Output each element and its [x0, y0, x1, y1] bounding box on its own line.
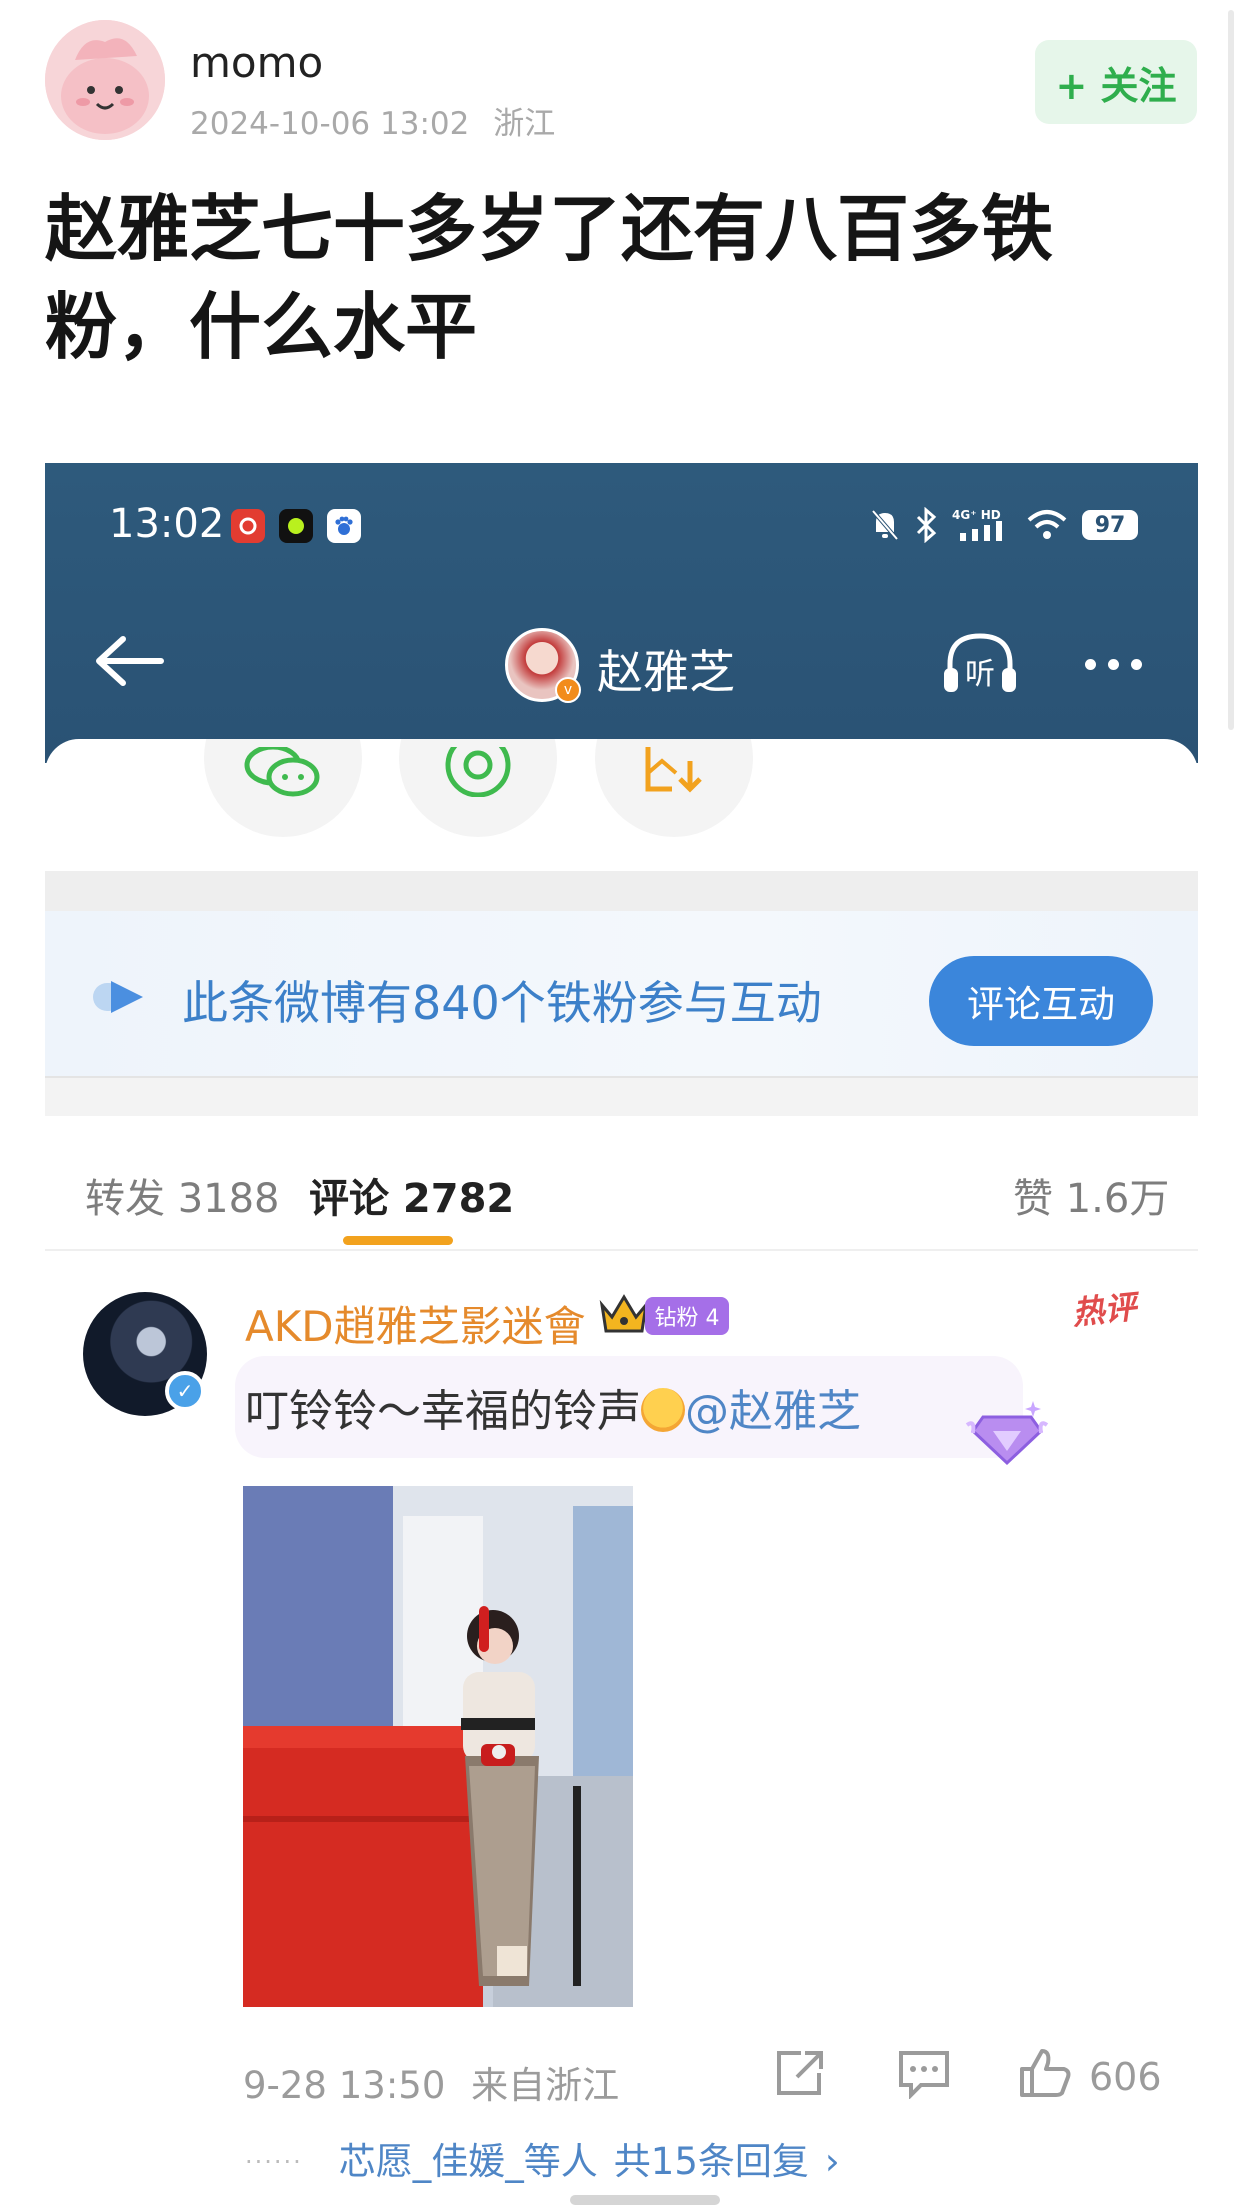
- baidu-icon: [327, 509, 361, 543]
- post-location: 浙江: [493, 106, 556, 142]
- post-header: momo 2024-10-06 13:02 浙江 + 关注: [45, 20, 1197, 150]
- like-count: 606: [1089, 2055, 1162, 2099]
- tab-repost[interactable]: 转发 3188: [85, 1166, 280, 1224]
- like-icon[interactable]: [1018, 2047, 1072, 2099]
- hot-comment-badge: 热评: [1070, 1287, 1139, 1333]
- commenter-name[interactable]: AKD趙雅芝影迷會: [245, 1293, 586, 1354]
- chevron-right-icon: ›: [824, 2140, 840, 2183]
- comment-body: 叮铃铃～幸福的铃声: [245, 1386, 641, 1437]
- cartoon-avatar-icon: [45, 20, 165, 140]
- comment-icon[interactable]: [897, 2047, 951, 2099]
- comment-source: 来自浙江: [471, 2064, 620, 2107]
- status-time: 13:02: [109, 501, 225, 547]
- tab-likes[interactable]: 赞 1.6万: [1013, 1166, 1169, 1224]
- comment-text: 叮铃铃～幸福的铃声 @赵雅芝: [245, 1375, 861, 1439]
- comment-photo[interactable]: [243, 1486, 633, 2007]
- wechat-icon: [244, 747, 320, 797]
- replies-link[interactable]: ······ 芯愿_佳媛_等人 共15条回复 ›: [245, 2131, 840, 2185]
- nav-name[interactable]: 赵雅芝: [597, 636, 735, 702]
- comment-date: 9-28 13:50: [243, 2064, 446, 2107]
- save-image-share[interactable]: [595, 739, 753, 837]
- post-meta: 2024-10-06 13:02 浙江: [190, 98, 555, 143]
- comment-mention[interactable]: @赵雅芝: [685, 1386, 861, 1437]
- mute-bell-icon: [871, 509, 899, 541]
- active-tab-indicator: [343, 1236, 453, 1245]
- status-icons: 4G⁺ HD 97: [870, 505, 1138, 545]
- reply-users: 芯愿_佳媛_等人: [338, 2140, 598, 2183]
- bluetooth-icon: [916, 507, 937, 543]
- netease-music-icon: [231, 509, 265, 543]
- photo-woman-red-phone-icon: [243, 1486, 633, 2007]
- more-icon[interactable]: [1085, 659, 1142, 670]
- headphones-icon: 听: [944, 633, 1016, 692]
- share-icon[interactable]: [773, 2047, 827, 2099]
- author-avatar[interactable]: [45, 20, 165, 140]
- follow-button[interactable]: + 关注: [1035, 40, 1197, 124]
- network-label: 4G⁺ HD: [952, 508, 1001, 522]
- crown-icon: [599, 1294, 649, 1333]
- screenshot-header: 13:02 4G⁺ HD 97 v 赵雅芝 听: [45, 463, 1198, 763]
- embedded-screenshot[interactable]: 13:02 4G⁺ HD 97 v 赵雅芝 听 此条微博有840个铁粉参与互动 …: [45, 463, 1198, 2205]
- fan-banner-text: 此条微博有840个铁粉参与互动: [182, 976, 822, 1030]
- separator: [45, 871, 1198, 911]
- back-arrow-icon[interactable]: [89, 631, 169, 691]
- replies-dots: ······: [245, 2148, 303, 2176]
- moments-icon: [445, 747, 511, 797]
- share-sheet: [45, 739, 1198, 871]
- fan-banner[interactable]: 此条微博有840个铁粉参与互动 评论互动: [45, 911, 1198, 1076]
- scrollbar[interactable]: [1228, 10, 1234, 730]
- signal-icon: 4G⁺ HD: [952, 508, 1002, 541]
- fan-play-icon: [93, 981, 143, 1013]
- wechat-share[interactable]: [204, 739, 362, 837]
- home-indicator[interactable]: [570, 2195, 720, 2205]
- moments-share[interactable]: [399, 739, 557, 837]
- diamond-icon: [965, 1401, 1049, 1466]
- wifi-icon: [1027, 510, 1067, 539]
- listen-label: 听: [965, 657, 995, 692]
- reply-total: 共15条回复: [613, 2140, 809, 2183]
- app-dot-icon: [279, 509, 313, 543]
- save-image-icon: [645, 747, 702, 793]
- battery-level: 97: [1082, 510, 1138, 540]
- comment-meta: 9-28 13:50 来自浙江: [243, 2055, 619, 2109]
- post-title: 赵雅芝七十多岁了还有八百多铁粉，什么水平: [45, 187, 1054, 369]
- verified-badge-icon: v: [555, 677, 581, 703]
- blush-emoji-icon: [641, 1388, 685, 1432]
- fan-level-badge: 钻粉 4: [645, 1297, 729, 1335]
- author-name[interactable]: momo: [190, 38, 323, 87]
- comment-interact-button[interactable]: 评论互动: [929, 956, 1153, 1046]
- listen-button[interactable]: 听: [940, 628, 1020, 698]
- separator: [45, 1076, 1198, 1116]
- tab-comments[interactable]: 评论 2782: [309, 1166, 514, 1224]
- post-tabs: 转发 3188 评论 2782 赞 1.6万: [45, 1116, 1198, 1251]
- verified-badge-icon: ✓: [165, 1371, 205, 1411]
- post-date: 2024-10-06 13:02: [190, 106, 470, 142]
